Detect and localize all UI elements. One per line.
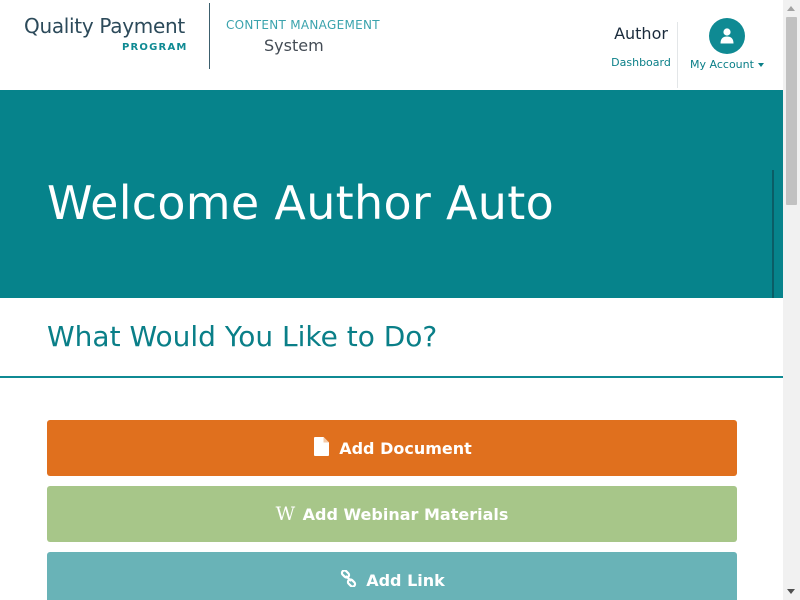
nav-divider	[677, 22, 678, 88]
site-header: Quality Payment PROGRAM CONTENT MANAGEME…	[0, 0, 783, 90]
author-title: Author	[614, 24, 668, 43]
file-icon	[312, 436, 330, 460]
qpp-logo[interactable]: Quality Payment PROGRAM	[24, 14, 186, 53]
page: Quality Payment PROGRAM CONTENT MANAGEME…	[0, 0, 783, 600]
scroll-down-arrow-icon[interactable]	[787, 589, 795, 594]
logo-cms-line2: System	[264, 36, 324, 55]
page-title: Welcome Author Auto	[47, 176, 555, 230]
add-document-button[interactable]: Add Document	[47, 420, 737, 476]
link-icon	[339, 568, 357, 591]
user-avatar-icon[interactable]	[709, 18, 745, 54]
add-document-label: Add Document	[339, 438, 472, 458]
add-webinar-materials-button[interactable]: W Add Webinar Materials	[47, 486, 737, 542]
logo-qpp-line1: Quality Payment	[24, 14, 185, 38]
wikipedia-w-icon: W	[275, 503, 296, 525]
logo-qpp-line2: PROGRAM	[122, 42, 188, 53]
scroll-up-arrow-icon[interactable]	[787, 6, 795, 11]
my-account-menu[interactable]: My Account	[684, 18, 770, 71]
welcome-banner: Welcome Author Auto	[0, 90, 783, 298]
inner-scroll-indicator	[772, 170, 774, 298]
my-account-link[interactable]: My Account	[684, 58, 770, 71]
logo-cms-line1: CONTENT MANAGEMENT	[226, 18, 380, 32]
page-scrollbar[interactable]	[783, 0, 800, 600]
section-title: What Would You Like to Do?	[47, 320, 438, 353]
add-link-button[interactable]: Add Link	[47, 552, 737, 600]
caret-down-icon	[757, 63, 764, 67]
cms-logo[interactable]: CONTENT MANAGEMENT System	[226, 18, 380, 55]
nav-author: Author Dashboard	[606, 24, 676, 69]
section-heading: What Would You Like to Do?	[0, 298, 783, 378]
logo-divider	[209, 3, 210, 69]
add-webinar-materials-label: Add Webinar Materials	[302, 504, 509, 524]
my-account-label: My Account	[690, 58, 754, 71]
add-link-label: Add Link	[366, 570, 445, 590]
scrollbar-thumb[interactable]	[786, 17, 797, 205]
dashboard-link[interactable]: Dashboard	[606, 56, 676, 69]
